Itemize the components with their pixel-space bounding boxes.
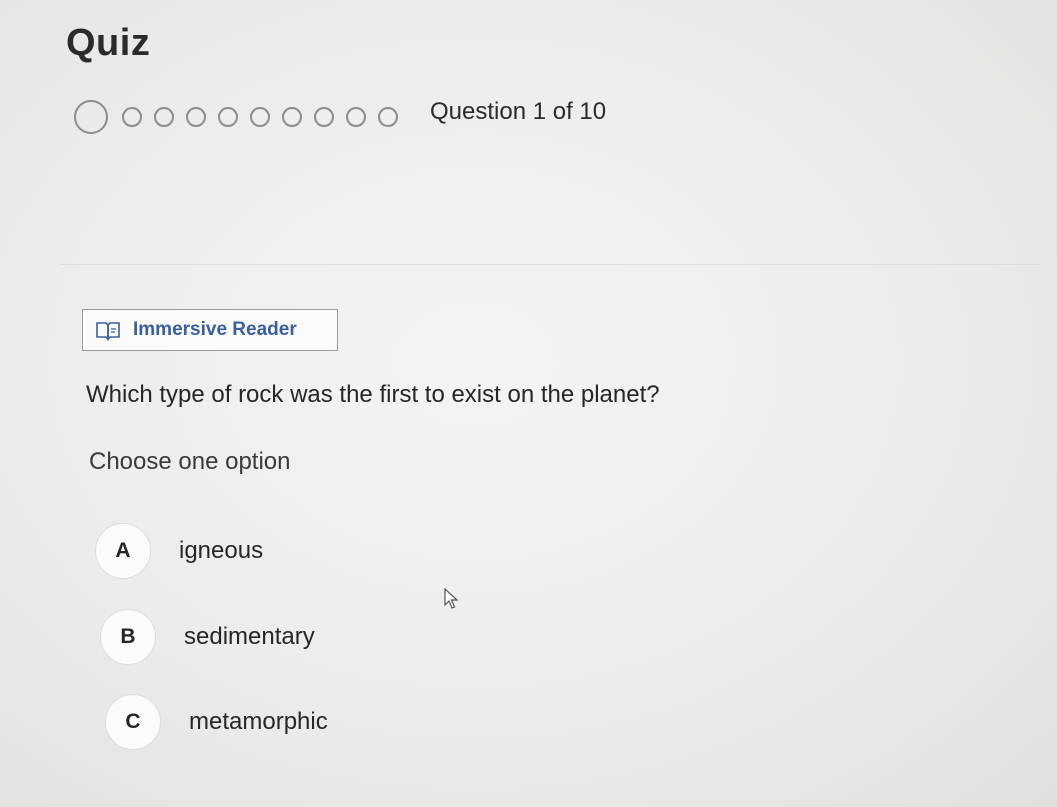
mouse-pointer-icon <box>444 588 459 609</box>
option-b[interactable]: B sedimentary <box>100 609 315 665</box>
option-text: metamorphic <box>189 708 328 735</box>
progress-dot-6[interactable] <box>250 107 270 127</box>
section-divider <box>60 264 1040 265</box>
immersive-reader-label: Immersive Reader <box>133 319 297 340</box>
progress-dot-7[interactable] <box>282 107 302 127</box>
question-progress-indicator <box>74 100 410 134</box>
option-letter: B <box>100 609 156 665</box>
immersive-reader-icon <box>95 319 121 341</box>
option-c[interactable]: C metamorphic <box>105 694 328 750</box>
option-letter: A <box>95 523 151 579</box>
option-text: sedimentary <box>184 623 315 650</box>
progress-dot-10[interactable] <box>378 107 398 127</box>
progress-dot-9[interactable] <box>346 107 366 127</box>
question-text: Which type of rock was the first to exis… <box>86 381 660 408</box>
progress-dot-3[interactable] <box>154 107 174 127</box>
option-text: igneous <box>179 537 264 564</box>
progress-text: Question 1 of 10 <box>430 98 607 125</box>
progress-dot-2[interactable] <box>122 107 142 127</box>
instruction-text: Choose one option <box>89 448 291 475</box>
progress-dot-5[interactable] <box>218 107 238 127</box>
option-a[interactable]: A igneous <box>95 523 263 579</box>
page-title: Quiz <box>66 22 151 64</box>
progress-dot-8[interactable] <box>314 107 334 127</box>
immersive-reader-button[interactable]: Immersive Reader <box>82 309 338 351</box>
progress-dot-4[interactable] <box>186 107 206 127</box>
progress-dot-1[interactable] <box>74 100 108 134</box>
option-letter: C <box>105 694 161 750</box>
